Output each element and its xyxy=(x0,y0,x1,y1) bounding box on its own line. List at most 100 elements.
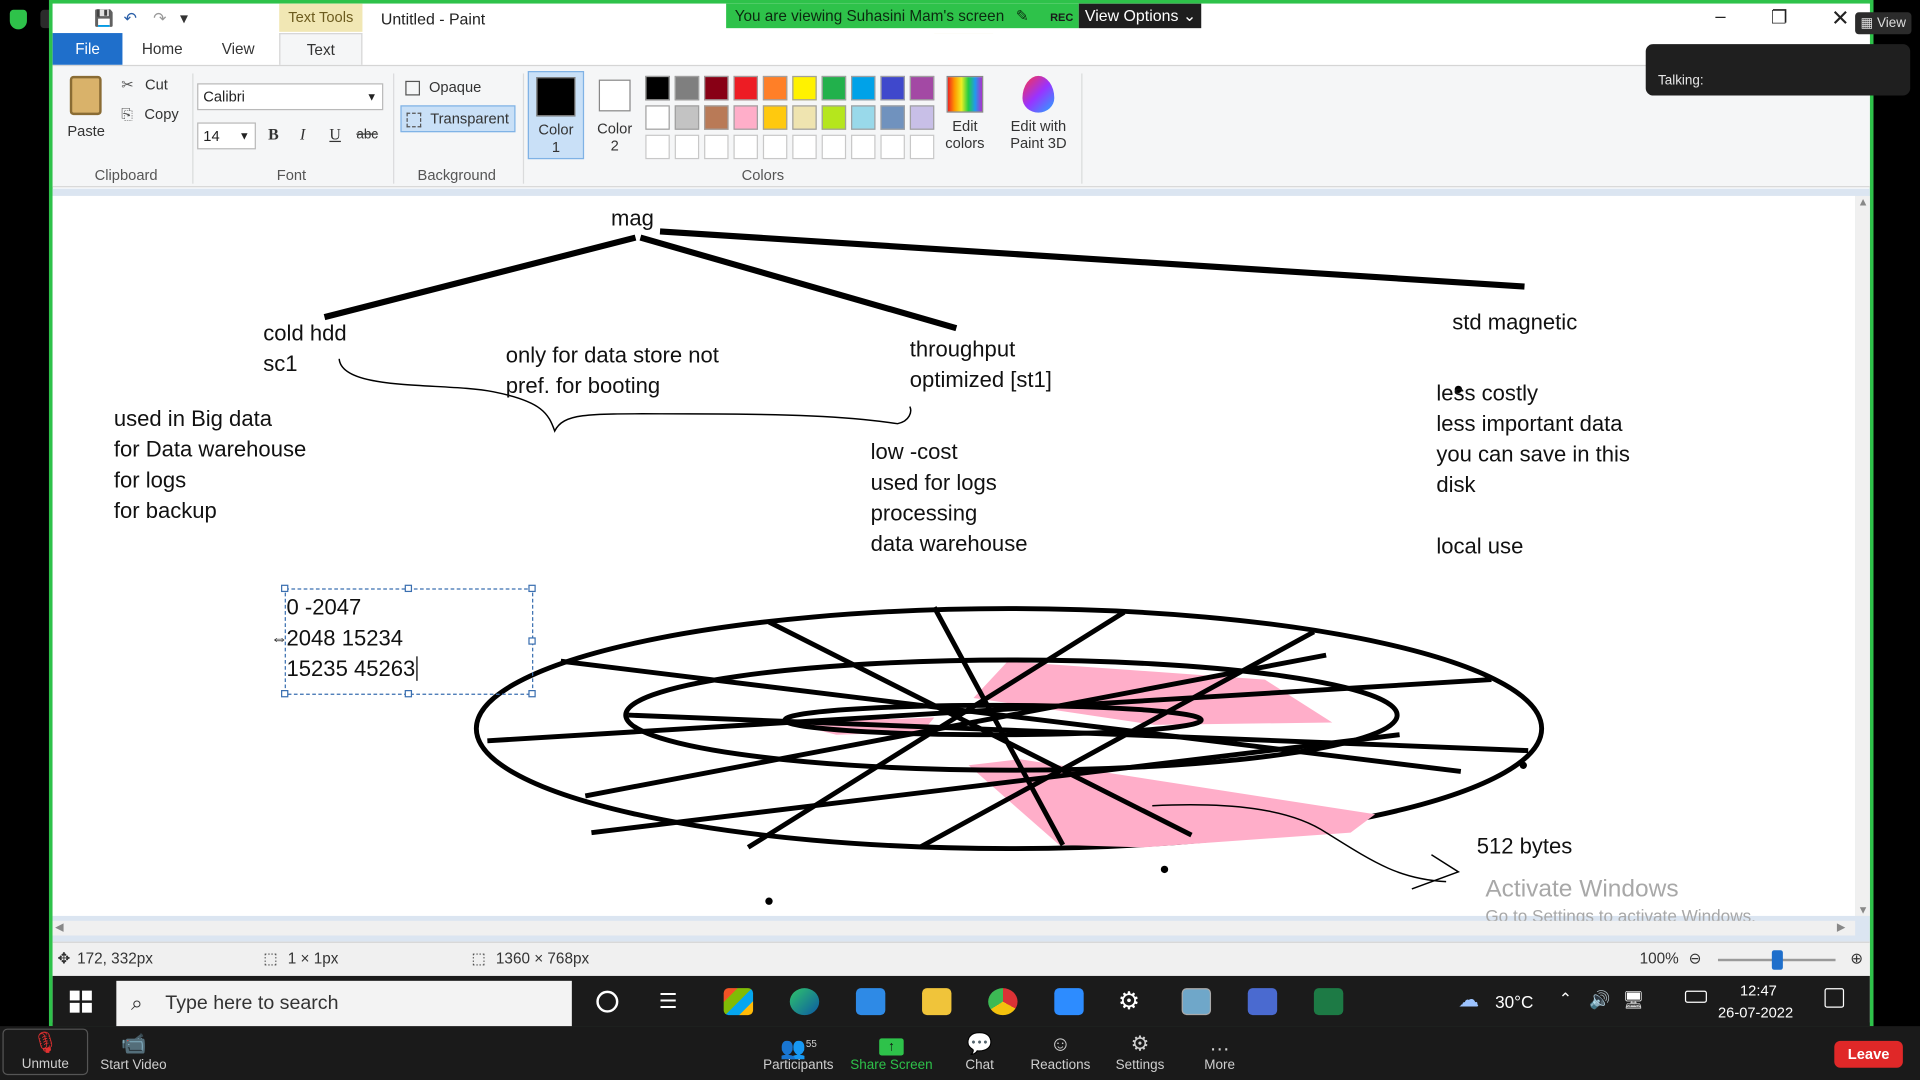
clock-time[interactable]: 12:47 xyxy=(1740,982,1777,999)
tab-text[interactable]: Text xyxy=(279,33,363,65)
sector-range-textbox[interactable]: 0 -2047 2048 15234 15235 45263 xyxy=(287,593,418,685)
edit-with-paint3d-button[interactable]: Edit with Paint 3D xyxy=(1000,71,1076,159)
color-swatch[interactable] xyxy=(909,105,935,130)
color-swatch[interactable] xyxy=(792,75,817,101)
undo-icon[interactable]: ↶ xyxy=(124,9,137,29)
scroll-right-icon[interactable]: ▶ xyxy=(1837,921,1845,934)
empty-color-swatch[interactable] xyxy=(821,134,847,160)
color-swatch[interactable] xyxy=(762,105,788,130)
zoom-app-icon[interactable] xyxy=(1054,988,1084,1016)
mail-icon[interactable] xyxy=(855,988,886,1016)
paint-app-icon[interactable] xyxy=(1181,988,1212,1016)
participants-button[interactable]: 👥55 Participants xyxy=(756,1031,842,1073)
color-swatch[interactable] xyxy=(880,105,905,130)
color-swatch[interactable] xyxy=(762,75,788,101)
empty-color-swatch[interactable] xyxy=(909,134,935,160)
restore-icon[interactable]: ❐ xyxy=(1767,6,1791,28)
cortana-icon[interactable] xyxy=(596,990,619,1013)
zoom-slider[interactable] xyxy=(1717,950,1836,970)
color-swatch[interactable] xyxy=(880,75,905,101)
empty-color-swatch[interactable] xyxy=(851,134,876,160)
color-swatch[interactable] xyxy=(674,105,700,130)
font-size-select[interactable]: 14 ▼ xyxy=(197,122,256,150)
horizontal-scrollbar[interactable]: ◀ ▶ xyxy=(52,920,1856,936)
tab-view[interactable]: View xyxy=(204,33,271,65)
transparent-option[interactable]: Transparent xyxy=(400,105,516,133)
settings-icon[interactable]: ⚙ xyxy=(1118,986,1140,1017)
leave-button[interactable]: Leave xyxy=(1834,1040,1903,1068)
scroll-down-icon[interactable]: ▼ xyxy=(1858,904,1869,916)
scroll-up-icon[interactable]: ▲ xyxy=(1858,196,1869,208)
scroll-left-icon[interactable]: ◀ xyxy=(55,921,63,934)
empty-color-swatch[interactable] xyxy=(792,134,817,160)
task-view-icon[interactable]: ☰ xyxy=(659,989,678,1013)
color-swatch[interactable] xyxy=(851,75,876,101)
cut-button[interactable]: ✂ Cut xyxy=(121,76,168,93)
edge-icon[interactable] xyxy=(789,988,820,1016)
color1-button[interactable]: Color 1 xyxy=(527,71,585,160)
file-explorer-icon[interactable] xyxy=(922,988,952,1016)
settings-button[interactable]: ⚙ Settings xyxy=(1097,1031,1183,1072)
empty-color-swatch[interactable] xyxy=(674,134,700,160)
battery-icon[interactable] xyxy=(1684,990,1707,1003)
color-swatch[interactable] xyxy=(851,105,876,130)
store-icon[interactable] xyxy=(723,988,754,1016)
empty-color-swatch[interactable] xyxy=(704,134,729,160)
network-icon[interactable]: 🖥 xyxy=(1622,989,1644,1010)
save-icon[interactable]: 💾 xyxy=(94,9,114,29)
zoom-slider-thumb[interactable] xyxy=(1771,950,1783,970)
font-family-select[interactable]: Calibri ▼ xyxy=(197,83,384,111)
reactions-button[interactable]: ☺ Reactions xyxy=(1018,1031,1104,1072)
customize-quick-access-icon[interactable]: ▾ xyxy=(180,9,188,29)
color-swatch[interactable] xyxy=(792,105,817,130)
underline-button[interactable]: U xyxy=(329,125,340,145)
zoom-out-icon[interactable]: ⊖ xyxy=(1689,949,1702,967)
color-swatch[interactable] xyxy=(645,105,670,130)
zoom-in-icon[interactable]: ⊕ xyxy=(1850,949,1863,967)
clock-date[interactable]: 26-07-2022 xyxy=(1718,1004,1793,1021)
more-button[interactable]: … More xyxy=(1177,1031,1263,1072)
windows-start-icon[interactable] xyxy=(69,990,92,1013)
drawing-canvas[interactable]: mag cold hdd sc1 only for data store not… xyxy=(52,195,1856,926)
strikethrough-button[interactable]: abc xyxy=(356,127,378,142)
color-swatch[interactable] xyxy=(704,75,729,101)
taskbar-search-input[interactable]: ⌕ Type here to search xyxy=(116,980,572,1028)
unmute-button[interactable]: 🎙 Unmute xyxy=(2,1028,89,1076)
close-icon[interactable]: ✕ xyxy=(1828,6,1852,32)
vertical-scrollbar[interactable]: ▲ ▼ xyxy=(1855,195,1870,916)
start-video-button[interactable]: 📹 Start Video xyxy=(91,1031,177,1072)
network-app-icon[interactable] xyxy=(1247,988,1278,1016)
edit-colors-button[interactable]: Edit colors xyxy=(942,71,989,159)
opaque-option[interactable]: Opaque xyxy=(400,76,513,100)
empty-color-swatch[interactable] xyxy=(762,134,788,160)
system-tray-chevron-icon[interactable]: ⌃ xyxy=(1559,989,1572,1009)
color-swatch[interactable] xyxy=(674,75,700,101)
paste-button[interactable]: Paste xyxy=(60,71,109,142)
redo-icon[interactable]: ↷ xyxy=(153,9,166,29)
empty-color-swatch[interactable] xyxy=(880,134,905,160)
color-swatch[interactable] xyxy=(645,75,670,101)
color-swatch[interactable] xyxy=(909,75,935,101)
copy-button[interactable]: ⎘ Copy xyxy=(121,105,179,123)
view-options-button[interactable]: View Options ⌄ xyxy=(1078,3,1202,29)
minimize-icon[interactable]: – xyxy=(1708,6,1732,27)
empty-color-swatch[interactable] xyxy=(733,134,758,160)
volume-icon[interactable]: 🔊 xyxy=(1589,989,1610,1010)
chat-button[interactable]: 💬 Chat xyxy=(937,1031,1023,1072)
color-swatch[interactable] xyxy=(733,75,758,101)
color-swatch[interactable] xyxy=(704,105,729,130)
italic-button[interactable]: I xyxy=(300,125,305,145)
tab-home[interactable]: Home xyxy=(129,33,196,65)
excel-icon[interactable] xyxy=(1313,988,1344,1016)
color-swatch[interactable] xyxy=(733,105,758,130)
share-screen-button[interactable]: ↑ Share Screen xyxy=(849,1031,935,1073)
empty-color-swatch[interactable] xyxy=(645,134,670,160)
color2-button[interactable]: Color 2 xyxy=(589,71,640,159)
color-swatch[interactable] xyxy=(821,105,847,130)
notifications-icon[interactable] xyxy=(1824,988,1845,1008)
color-swatch[interactable] xyxy=(821,75,847,101)
view-button[interactable]: ▦ View xyxy=(1855,12,1912,35)
chrome-icon[interactable] xyxy=(988,988,1018,1016)
bold-button[interactable]: B xyxy=(268,125,279,145)
tab-file[interactable]: File xyxy=(52,33,123,65)
